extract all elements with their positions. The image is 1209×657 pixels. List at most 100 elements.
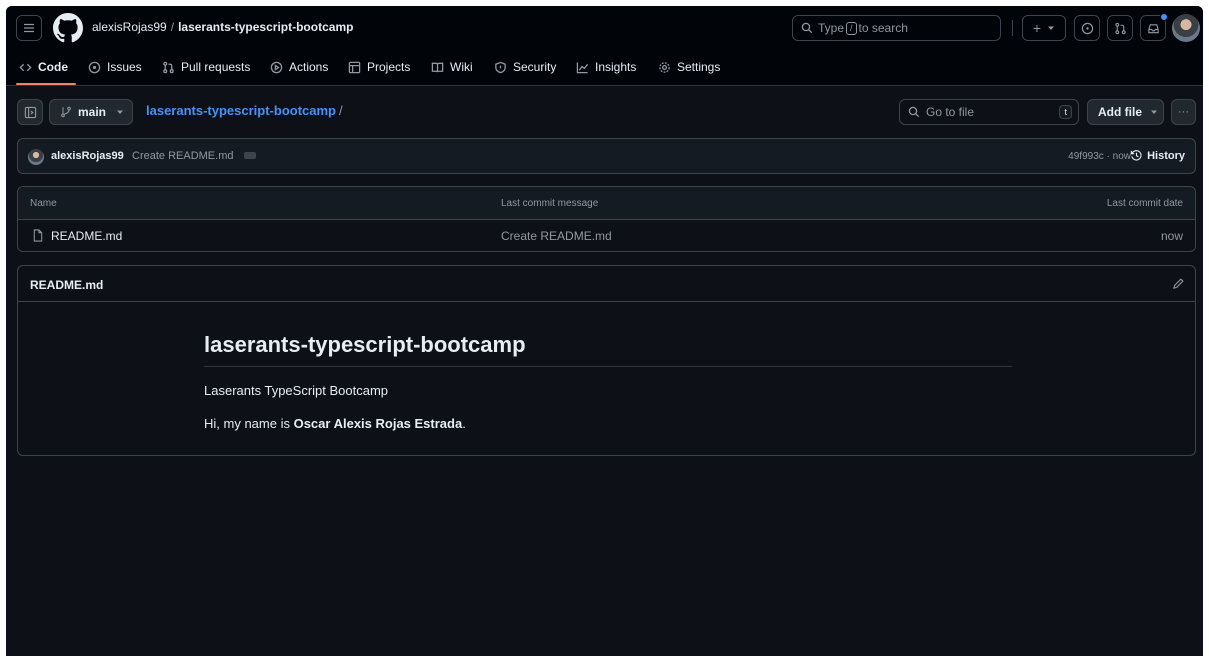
breadcrumb-separator: / — [170, 20, 175, 34]
tab-wiki[interactable]: Wiki — [431, 60, 473, 74]
file-commit-message[interactable]: Create README.md — [501, 229, 612, 243]
hamburger-icon — [24, 23, 34, 33]
repo-link[interactable]: laserants-typescript-bootcamp — [178, 20, 353, 34]
kebab-horizontal-icon: ··· — [1178, 106, 1189, 118]
app-header: alexisRojas99/laserants-typescript-bootc… — [6, 6, 1203, 86]
github-mark-icon — [53, 13, 83, 43]
branch-name: main — [78, 105, 107, 119]
tab-insights[interactable]: Insights — [576, 60, 636, 74]
issue-opened-icon — [88, 61, 101, 73]
gear-icon — [659, 61, 670, 73]
column-header-message: Last commit message — [501, 198, 599, 209]
tab-label: Pull requests — [181, 60, 251, 74]
search-shortcut-key: / — [846, 21, 857, 35]
file-table-header: Name Last commit message Last commit dat… — [18, 187, 1195, 220]
more-options-button[interactable]: ··· — [1171, 99, 1196, 125]
history-icon — [1130, 150, 1142, 161]
menu-button[interactable] — [16, 15, 42, 41]
tab-label: Insights — [595, 60, 637, 74]
go-to-file-shortcut: t — [1059, 105, 1072, 119]
play-icon — [270, 61, 283, 73]
tab-settings[interactable]: Settings — [658, 60, 720, 74]
history-label: History — [1147, 149, 1185, 162]
latest-commit-bar: alexisRojas99 Create README.md 49f993c ·… — [17, 138, 1196, 174]
header-divider — [1012, 20, 1013, 36]
tab-projects[interactable]: Projects — [348, 60, 410, 74]
column-header-name: Name — [30, 198, 57, 209]
tab-issues[interactable]: Issues — [88, 60, 142, 74]
tab-label: Code — [38, 60, 68, 74]
sidebar-expand-icon — [24, 106, 36, 118]
pull-requests-button[interactable] — [1107, 15, 1133, 41]
issue-opened-icon — [1081, 22, 1093, 34]
go-to-file-placeholder: Go to file — [926, 105, 975, 119]
triangle-down-icon — [1048, 26, 1055, 30]
pencil-icon[interactable] — [1172, 277, 1185, 290]
file-icon — [33, 229, 43, 242]
repo-breadcrumb: alexisRojas99/laserants-typescript-bootc… — [92, 20, 353, 34]
search-text-before: Type — [818, 21, 845, 35]
ellipsis-expander-icon[interactable] — [244, 152, 256, 159]
tab-actions[interactable]: Actions — [270, 60, 328, 74]
readme-heading: laserants-typescript-bootcamp — [204, 332, 526, 357]
inbox-icon — [1147, 23, 1159, 33]
readme-heading-rule — [204, 366, 1012, 367]
global-bar: alexisRojas99/laserants-typescript-bootc… — [6, 6, 1203, 50]
github-logo[interactable] — [53, 13, 83, 43]
commit-message[interactable]: Create README.md — [132, 150, 233, 162]
add-file-label: Add file — [1098, 105, 1142, 119]
git-branch-icon — [61, 106, 71, 118]
commit-hash-time[interactable]: 49f993c · now — [1068, 151, 1131, 162]
tab-label: Security — [513, 60, 557, 74]
path-separator: / — [339, 103, 343, 118]
inbox-button[interactable] — [1140, 13, 1168, 41]
issues-button[interactable] — [1074, 15, 1100, 41]
toggle-file-tree-button[interactable] — [17, 99, 43, 125]
git-pull-request-icon — [1114, 22, 1126, 34]
triangle-down-icon — [1151, 110, 1157, 114]
readme-intro-paragraph: Hi, my name is Oscar Alexis Rojas Estrad… — [204, 416, 466, 431]
owner-link[interactable]: alexisRojas99 — [92, 20, 167, 34]
column-header-date: Last commit date — [1106, 198, 1183, 209]
file-path-breadcrumb: laserants-typescript-bootcamp / — [146, 103, 343, 118]
tab-pull-requests[interactable]: Pull requests — [162, 60, 250, 74]
tab-label: Settings — [677, 60, 721, 74]
repo-tabs: Code Issues Pull requests Actions Projec… — [6, 50, 1203, 86]
search-text-after: to search — [858, 21, 908, 35]
create-new-button[interactable]: + — [1022, 15, 1066, 41]
commit-author[interactable]: alexisRojas99 — [51, 150, 124, 162]
file-commit-date: now — [1160, 229, 1183, 243]
triangle-down-icon — [117, 110, 124, 114]
global-search[interactable]: Type / to search — [792, 15, 1001, 41]
author-full-name: Oscar Alexis Rojas Estrada — [293, 416, 463, 431]
readme-header: README.md — [18, 266, 1195, 302]
tab-security[interactable]: Security — [494, 60, 556, 74]
graph-icon — [576, 61, 589, 73]
code-icon — [19, 63, 32, 71]
history-link[interactable]: History — [1130, 149, 1185, 162]
plus-icon: + — [1032, 20, 1042, 36]
add-file-button[interactable]: Add file — [1087, 99, 1164, 125]
tab-label: Actions — [289, 60, 329, 74]
search-icon — [908, 106, 920, 118]
commit-author-avatar[interactable] — [28, 149, 44, 165]
notification-dot — [1160, 13, 1168, 21]
user-avatar[interactable] — [1172, 14, 1200, 42]
intro-prefix: Hi, my name is — [204, 416, 290, 431]
go-to-file-input[interactable]: Go to file t — [899, 99, 1079, 125]
branch-selector[interactable]: main — [49, 99, 133, 125]
path-repo-link[interactable]: laserants-typescript-bootcamp — [146, 103, 336, 118]
readme-title[interactable]: README.md — [30, 278, 103, 292]
readme-paragraph: Laserants TypeScript Bootcamp — [204, 383, 389, 398]
table-icon — [348, 61, 361, 73]
tab-label: Projects — [367, 60, 411, 74]
tab-label: Wiki — [450, 60, 473, 74]
table-row[interactable]: README.md Create README.md now — [18, 220, 1195, 252]
active-tab-underline — [16, 83, 76, 85]
tab-label: Issues — [107, 60, 142, 74]
book-icon — [431, 62, 444, 72]
file-name-link[interactable]: README.md — [51, 229, 122, 243]
tab-code[interactable]: Code — [19, 60, 68, 74]
shield-icon — [495, 61, 506, 73]
readme-panel: README.md laserants-typescript-bootcamp … — [17, 265, 1196, 456]
